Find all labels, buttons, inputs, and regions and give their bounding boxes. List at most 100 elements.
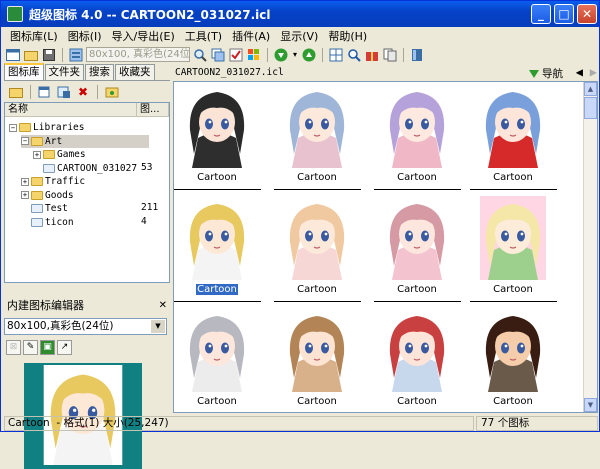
tree-item[interactable]: − Libraries — [9, 121, 84, 134]
icon-cell[interactable]: Cartoon — [378, 84, 456, 183]
toolbar-separator — [30, 85, 31, 99]
tree-item[interactable]: + Traffic — [21, 175, 85, 188]
column-name-header[interactable]: 名称 — [5, 103, 137, 116]
tree-item[interactable]: + Goods — [21, 189, 74, 202]
icon-thumbnail[interactable] — [384, 308, 451, 392]
vertical-scrollbar[interactable]: ▲ ▼ — [583, 82, 597, 412]
search-icon[interactable] — [192, 47, 208, 63]
icon-cell[interactable]: Cartoon — [378, 308, 456, 407]
grid-icon[interactable] — [328, 47, 344, 63]
back-arrow-icon[interactable]: ◀ — [576, 65, 583, 79]
chevron-down-icon[interactable]: ▼ — [151, 320, 165, 333]
menu-import-export[interactable]: 导入/导出(E) — [107, 28, 180, 44]
icon-cell[interactable]: Cartoon — [378, 196, 456, 295]
book-icon[interactable] — [409, 47, 425, 63]
folder-open-icon[interactable] — [8, 84, 24, 100]
menu-view[interactable]: 显示(V) — [275, 28, 323, 44]
toolbar-separator — [403, 47, 404, 62]
save-icon[interactable] — [41, 47, 57, 63]
windows-icon[interactable] — [210, 47, 226, 63]
expand-toggle-icon[interactable]: − — [21, 137, 29, 145]
icon-thumbnail[interactable] — [284, 84, 351, 168]
refresh-icon[interactable] — [104, 84, 120, 100]
icon-cell[interactable]: Cartoon — [474, 84, 552, 183]
properties-icon[interactable] — [56, 84, 72, 100]
navigator[interactable]: 导航 — [529, 66, 563, 81]
pencil-icon[interactable]: ✎ — [23, 340, 38, 355]
icon-thumbnail[interactable] — [480, 196, 547, 280]
menu-icon[interactable]: 图标(I) — [63, 28, 107, 44]
icon-cell[interactable]: Cartoon — [474, 308, 552, 407]
icon-cell[interactable]: Cartoon — [278, 308, 356, 407]
editor-close-icon[interactable]: ✕ — [159, 300, 167, 311]
down-arrow-icon[interactable] — [273, 47, 289, 63]
new-icon[interactable] — [5, 47, 21, 63]
icon-cell[interactable]: Cartoon — [474, 196, 552, 295]
menu-bar: 图标库(L) 图标(I) 导入/导出(E) 工具(T) 插件(A) 显示(V) … — [1, 27, 599, 45]
column-count-header[interactable]: 图... — [137, 103, 169, 116]
menu-library[interactable]: 图标库(L) — [5, 28, 63, 44]
icon-thumbnail[interactable] — [284, 196, 351, 280]
icon-cell[interactable]: Cartoon — [278, 196, 356, 295]
icon-thumbnail[interactable] — [184, 84, 251, 168]
add-library-icon[interactable] — [37, 84, 53, 100]
editor-title: 内建图标编辑器 — [7, 299, 84, 312]
close-button[interactable]: ✕ — [577, 4, 597, 24]
toolbar-separator — [97, 85, 98, 99]
scroll-down-icon[interactable]: ▼ — [584, 398, 597, 412]
icon-thumbnail[interactable] — [480, 308, 547, 392]
tree-item[interactable]: − Art — [21, 134, 149, 148]
scroll-thumb[interactable] — [584, 97, 597, 119]
gift-icon[interactable] — [364, 47, 380, 63]
icon-cell[interactable]: Cartoon — [178, 84, 256, 183]
format-combo[interactable]: 80x100,真彩色(24位) ▼ — [4, 318, 167, 335]
tree-item[interactable]: CARTOON_031027 — [33, 162, 137, 175]
icon-thumbnail[interactable] — [184, 308, 251, 392]
tree-header: 名称 图... — [5, 103, 169, 117]
library-file-icon — [31, 204, 43, 213]
main-toolbar: 80x100, 真彩色(24位 ▾ — [1, 45, 599, 64]
menu-help[interactable]: 帮助(H) — [323, 28, 372, 44]
icon-cell[interactable]: Cartoon — [178, 196, 256, 295]
copy-icon[interactable] — [382, 47, 398, 63]
divider — [470, 301, 557, 302]
expand-toggle-icon[interactable]: + — [21, 177, 29, 186]
tab-favorites[interactable]: 收藏夹 — [115, 64, 155, 80]
expand-toggle-icon[interactable]: − — [9, 123, 17, 132]
tab-library[interactable]: 图标库 — [4, 63, 44, 80]
tree-item[interactable]: + Games — [33, 148, 86, 161]
icon-thumbnail[interactable] — [184, 196, 251, 280]
anime-girl-icon — [284, 196, 350, 280]
menu-plugins[interactable]: 插件(A) — [227, 28, 275, 44]
up-arrow-icon[interactable] — [301, 47, 317, 63]
icon-thumbnail[interactable] — [384, 84, 451, 168]
icon-thumbnail[interactable] — [284, 308, 351, 392]
forward-arrow-icon[interactable]: ▶ — [590, 65, 597, 79]
minimize-button[interactable]: _ — [531, 4, 551, 24]
delete-icon[interactable]: ✖ — [75, 84, 91, 100]
tree-item[interactable]: Test — [21, 202, 68, 215]
scroll-up-icon[interactable]: ▲ — [584, 82, 597, 96]
expand-toggle-icon[interactable]: + — [21, 191, 29, 199]
tree-item-label: ticon — [45, 216, 74, 228]
icon-thumbnail[interactable] — [384, 196, 451, 280]
expand-toggle-icon[interactable]: + — [33, 150, 41, 159]
menu-tools[interactable]: 工具(T) — [180, 28, 227, 44]
windows-flag-icon[interactable] — [246, 47, 262, 63]
maximize-button[interactable]: □ — [554, 4, 574, 24]
icon-cell[interactable]: Cartoon — [178, 308, 256, 407]
magnifier-icon[interactable] — [346, 47, 362, 63]
chevron-down-icon[interactable]: ▾ — [291, 47, 299, 63]
size-combo[interactable]: 80x100, 真彩色(24位 — [86, 47, 190, 62]
icon-cell[interactable]: Cartoon — [278, 84, 356, 183]
picture-icon[interactable]: ▣ — [40, 340, 55, 355]
tab-folder[interactable]: 文件夹 — [44, 64, 84, 80]
check-icon[interactable] — [228, 47, 244, 63]
library-icon[interactable] — [68, 47, 84, 63]
tab-search[interactable]: 搜索 — [85, 64, 114, 80]
tree-item[interactable]: ticon — [21, 216, 74, 229]
external-edit-icon[interactable]: ↗ — [57, 340, 72, 355]
icon-thumbnail[interactable] — [480, 84, 547, 168]
open-icon[interactable] — [23, 47, 39, 63]
grid-toggle-icon[interactable]: ⊠ — [6, 340, 21, 355]
